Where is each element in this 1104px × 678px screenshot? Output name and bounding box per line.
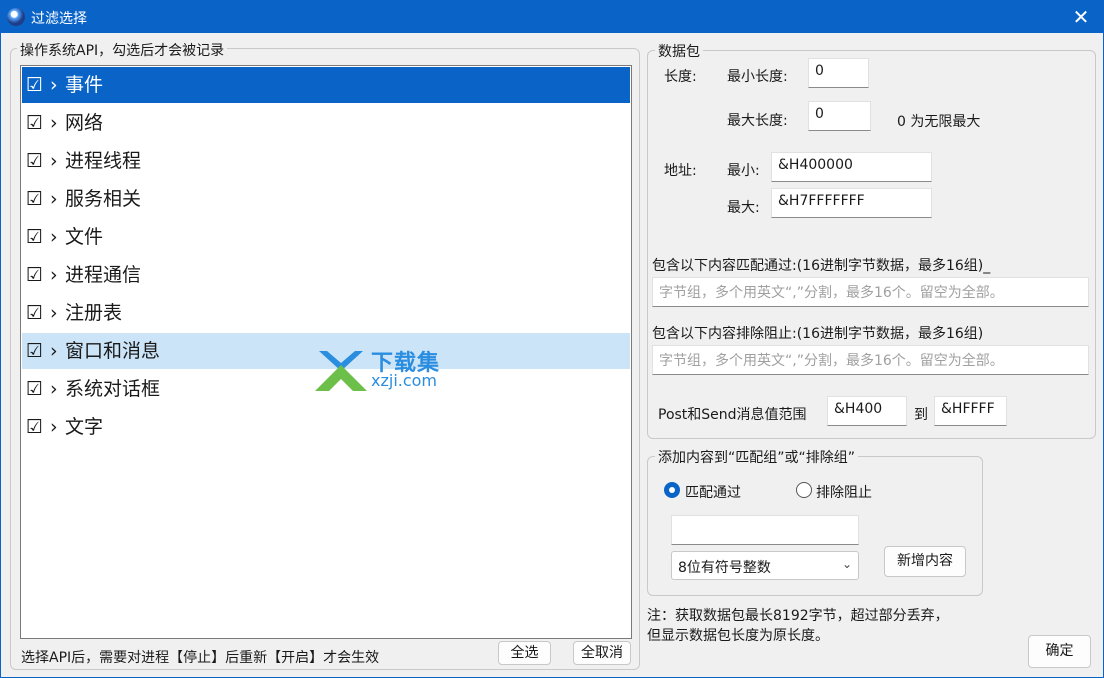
list-item-event[interactable]: ☑ › 事件 bbox=[22, 67, 630, 103]
add-content-legend: 添加内容到“匹配组”或“排除组” bbox=[655, 447, 859, 467]
checkbox-checked-icon[interactable]: ☑ bbox=[26, 295, 46, 331]
type-select-value: 8位有符号整数 bbox=[678, 560, 771, 576]
list-item-label: 注册表 bbox=[65, 302, 123, 324]
list-item-label: 文件 bbox=[65, 226, 104, 248]
add-content-button[interactable]: 新增内容 bbox=[884, 546, 966, 577]
select-all-button[interactable]: 全选 bbox=[498, 641, 551, 665]
exclude-block-label: 包含以下内容排除阻止:(16进制字节数据，最多16组) bbox=[652, 326, 984, 342]
checkbox-checked-icon[interactable]: ☑ bbox=[26, 371, 46, 407]
length-label: 长度: bbox=[664, 69, 697, 85]
list-item-label: 文字 bbox=[65, 416, 104, 438]
list-item-label: 窗口和消息 bbox=[65, 340, 161, 362]
list-item-ipc[interactable]: ☑ › 进程通信 bbox=[22, 257, 630, 293]
checkbox-checked-icon[interactable]: ☑ bbox=[26, 105, 46, 141]
packet-group-legend: 数据包 bbox=[655, 41, 703, 61]
unlimited-note: 0 为无限最大 bbox=[897, 114, 981, 130]
list-item-label: 系统对话框 bbox=[65, 378, 161, 400]
checkbox-checked-icon[interactable]: ☑ bbox=[26, 219, 46, 255]
min-address-input[interactable]: &H400000 bbox=[771, 152, 932, 182]
expand-arrow-icon[interactable]: › bbox=[50, 67, 58, 103]
title-bar: 过滤选择 ✕ bbox=[1, 1, 1103, 33]
expand-arrow-icon[interactable]: › bbox=[50, 105, 58, 141]
list-item-file[interactable]: ☑ › 文件 bbox=[22, 219, 630, 255]
match-radio-label: 匹配通过 bbox=[685, 485, 741, 501]
max-length-input[interactable]: 0 bbox=[808, 101, 871, 131]
message-to-label: 到 bbox=[914, 407, 928, 423]
list-item-label: 服务相关 bbox=[65, 188, 142, 210]
note-line-2: 但显示数据包长度为原长度。 bbox=[647, 628, 829, 644]
include-bytes-input[interactable]: 字节组，多个用英文“,”分割，最多16个。留空为全部。 bbox=[652, 277, 1089, 307]
note-line-1: 注：获取数据包最长8192字节，超过部分丢弃， bbox=[647, 608, 949, 624]
download-arrow-icon bbox=[315, 351, 367, 391]
expand-arrow-icon[interactable]: › bbox=[50, 181, 58, 217]
list-item-process-thread[interactable]: ☑ › 进程线程 bbox=[22, 143, 630, 179]
checkbox-checked-icon[interactable]: ☑ bbox=[26, 333, 46, 369]
expand-arrow-icon[interactable]: › bbox=[50, 257, 58, 293]
list-item-registry[interactable]: ☑ › 注册表 bbox=[22, 295, 630, 331]
window-title: 过滤选择 bbox=[31, 11, 87, 27]
checkbox-checked-icon[interactable]: ☑ bbox=[26, 409, 46, 445]
type-select[interactable]: 8位有符号整数 ⌄ bbox=[671, 551, 859, 580]
api-footer-note: 选择API后，需要对进程【停止】后重新【开启】才会生效 bbox=[21, 650, 380, 666]
packet-group bbox=[647, 50, 1096, 439]
checkbox-checked-icon[interactable]: ☑ bbox=[26, 257, 46, 293]
message-range-label: Post和Send消息值范围 bbox=[658, 407, 807, 423]
list-item-label: 进程线程 bbox=[65, 150, 142, 172]
list-item-network[interactable]: ☑ › 网络 bbox=[22, 105, 630, 141]
list-item-text[interactable]: ☑ › 文字 bbox=[22, 409, 630, 445]
checkbox-checked-icon[interactable]: ☑ bbox=[26, 67, 46, 103]
message-from-input[interactable]: &H400 bbox=[827, 396, 907, 426]
include-match-label: 包含以下内容匹配通过:(16进制字节数据，最多16组)_ bbox=[652, 258, 991, 274]
expand-arrow-icon[interactable]: › bbox=[50, 143, 58, 179]
message-to-input[interactable]: &HFFFF bbox=[934, 396, 1007, 426]
expand-arrow-icon[interactable]: › bbox=[50, 409, 58, 445]
content-value-input[interactable] bbox=[671, 515, 859, 545]
max-length-label: 最大长度: bbox=[727, 113, 788, 129]
expand-arrow-icon[interactable]: › bbox=[50, 371, 58, 407]
app-icon bbox=[7, 8, 25, 26]
watermark-logo: 下载集 xzji.com bbox=[315, 345, 465, 391]
chevron-down-icon: ⌄ bbox=[841, 557, 852, 571]
max-address-input[interactable]: &H7FFFFFFF bbox=[771, 188, 932, 218]
min-length-label: 最小长度: bbox=[727, 69, 788, 85]
checkbox-checked-icon[interactable]: ☑ bbox=[26, 181, 46, 217]
list-item-label: 网络 bbox=[65, 112, 104, 134]
min-address-label: 最小: bbox=[727, 163, 760, 179]
max-address-label: 最大: bbox=[727, 200, 760, 216]
expand-arrow-icon[interactable]: › bbox=[50, 295, 58, 331]
ok-button[interactable]: 确定 bbox=[1028, 635, 1091, 668]
filter-dialog: 过滤选择 ✕ 操作系统API，勾选后才会被记录 ☑ › 事件 ☑ › 网络 ☑ … bbox=[0, 0, 1104, 678]
deselect-all-button[interactable]: 全取消 bbox=[573, 641, 631, 665]
watermark-url: xzji.com bbox=[371, 371, 438, 390]
expand-arrow-icon[interactable]: › bbox=[50, 333, 58, 369]
exclude-radio[interactable] bbox=[796, 482, 812, 498]
list-item-label: 进程通信 bbox=[65, 264, 142, 286]
list-item-label: 事件 bbox=[65, 74, 104, 96]
checkbox-checked-icon[interactable]: ☑ bbox=[26, 143, 46, 179]
expand-arrow-icon[interactable]: › bbox=[50, 219, 58, 255]
list-item-services[interactable]: ☑ › 服务相关 bbox=[22, 181, 630, 217]
api-group-legend: 操作系统API，勾选后才会被记录 bbox=[17, 40, 228, 60]
address-label: 地址: bbox=[664, 163, 697, 179]
exclude-bytes-input[interactable]: 字节组，多个用英文“,”分割，最多16个。留空为全部。 bbox=[652, 345, 1089, 375]
close-icon[interactable]: ✕ bbox=[1067, 3, 1095, 31]
min-length-input[interactable]: 0 bbox=[808, 58, 869, 88]
match-radio[interactable] bbox=[664, 482, 680, 498]
exclude-radio-label: 排除阻止 bbox=[816, 485, 872, 501]
